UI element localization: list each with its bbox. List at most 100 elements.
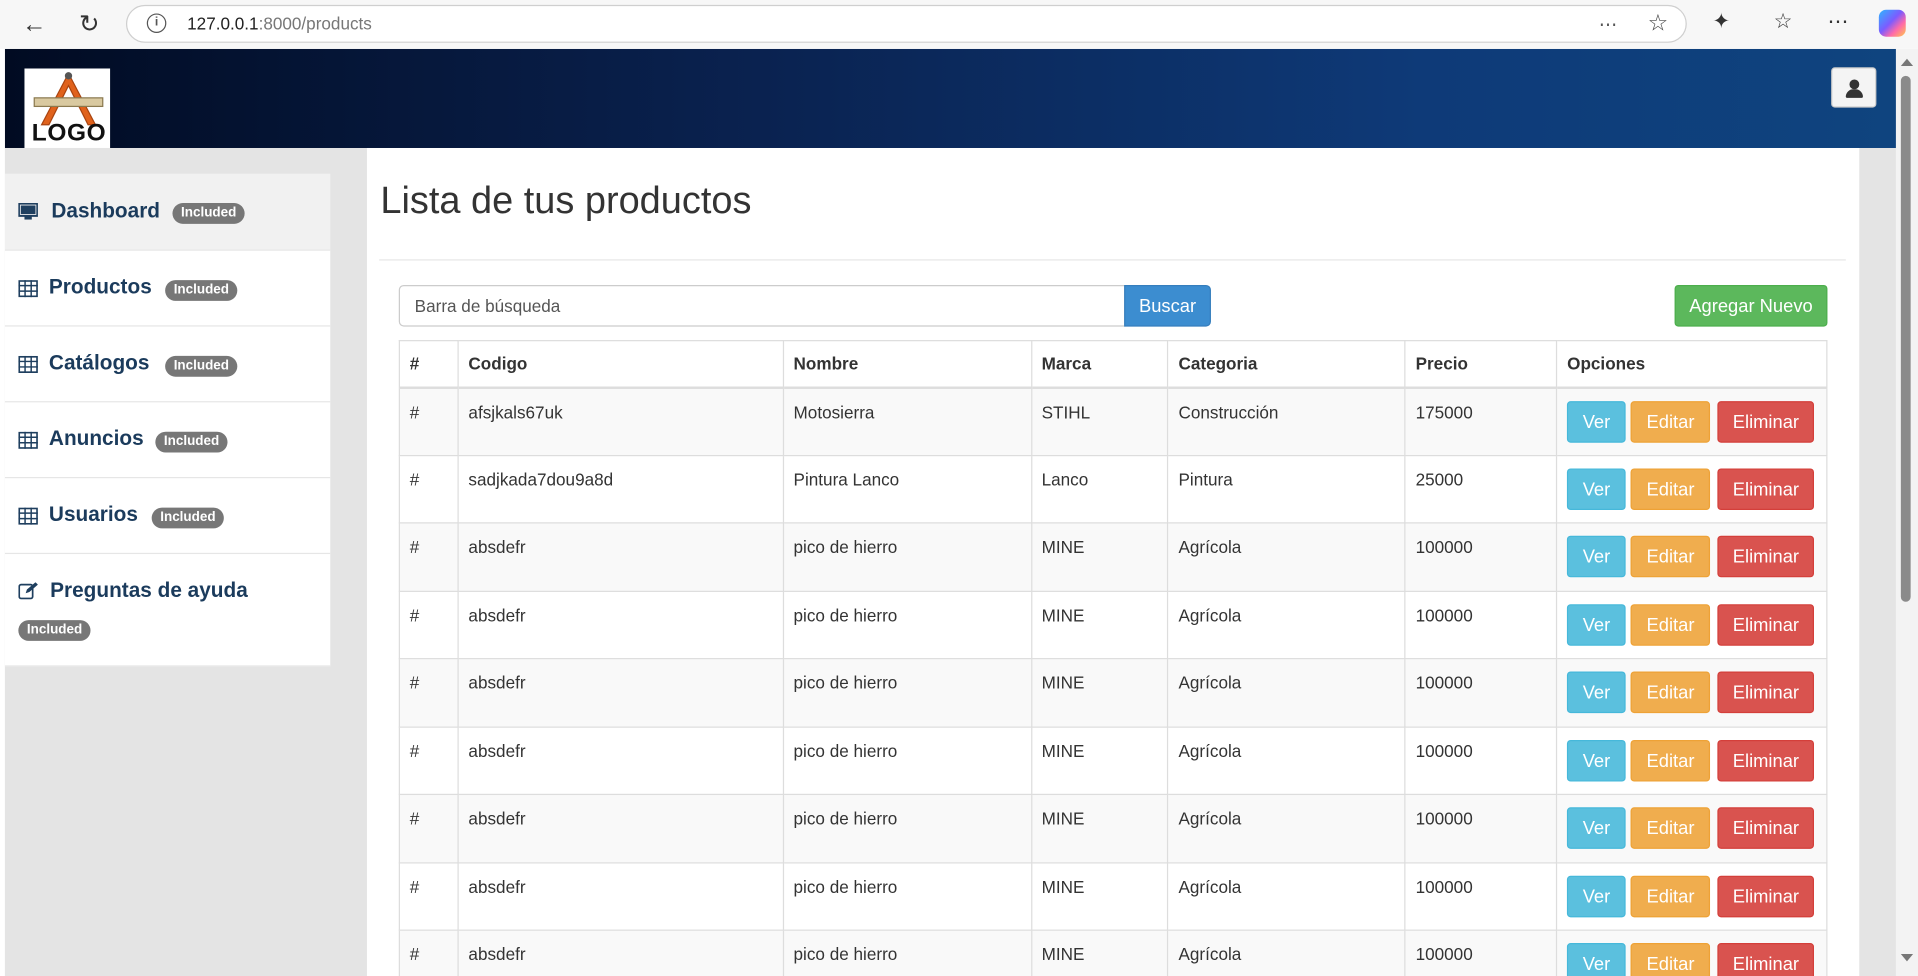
cell-precio: 175000 [1404,386,1558,456]
logo[interactable]: LOGO [24,68,111,148]
sidebar-item-anuncios[interactable]: Anuncios Included [4,402,331,479]
favorites-icon[interactable]: ☆ [1774,10,1793,34]
delete-button[interactable]: Eliminar [1717,603,1815,646]
cell-opciones: Ver Editar Eliminar [1556,386,1828,456]
view-button[interactable]: Ver [1567,603,1626,646]
cell-num: # [398,793,459,863]
cell-opciones: Ver Editar Eliminar [1556,861,1828,931]
view-button[interactable]: Ver [1567,943,1626,976]
cell-nombre: Motosierra [782,386,1032,456]
column-header: # [398,340,459,389]
sidebar-item-label: Anuncios [48,426,144,451]
cell-num: # [398,658,459,728]
cell-num: # [398,386,459,456]
view-button[interactable]: Ver [1567,671,1626,714]
cell-marca: MINE [1030,522,1169,592]
cell-num: # [398,725,459,796]
sidebar-item-usuarios[interactable]: Usuarios Included [4,478,331,555]
edit-button[interactable]: Editar [1630,875,1711,917]
delete-button[interactable]: Eliminar [1717,400,1815,443]
address-bar[interactable]: i 127.0.0.1:8000/products ⋯ ☆ [125,4,1687,43]
cell-codigo: absdefr [457,590,784,660]
reader-mode-icon[interactable]: ⋯ [1599,13,1617,36]
edit-button[interactable]: Editar [1630,807,1711,849]
scrollbar-thumb[interactable] [1900,75,1911,602]
sidebar-item-dashboard[interactable]: Dashboard Included [4,173,331,251]
sidebar-item-label: Usuarios [48,502,138,526]
divider [379,259,1846,261]
table-row: # sadjkada7dou9a8d Pintura Lanco Lanco Pintu… [398,454,1828,524]
view-button[interactable]: Ver [1567,875,1626,917]
cell-opciones: Ver Editar Eliminar [1556,522,1828,592]
status-badge: Included [172,203,245,224]
edit-button[interactable]: Editar [1630,739,1711,781]
cell-nombre: pico de hierro [782,861,1032,931]
more-menu-icon[interactable]: ⋯ [1827,10,1848,34]
view-button[interactable]: Ver [1567,739,1626,781]
column-header: Precio [1404,340,1558,389]
cell-marca: MINE [1030,658,1169,728]
app-window: LOGO Dashboard Included Productos Includ… [4,48,1896,976]
search-input[interactable]: Barra de búsqueda [398,284,1126,327]
cell-nombre: pico de hierro [782,929,1032,976]
cell-codigo: absdefr [457,725,784,796]
cell-num: # [398,929,459,976]
column-header: Marca [1030,340,1169,389]
sidebar-item-label: Dashboard [51,199,160,223]
search-button[interactable]: Buscar [1124,284,1211,327]
cell-nombre: pico de hierro [782,658,1032,728]
sidebar-item-preguntas-de-ayuda[interactable]: Preguntas de ayuda Included [4,554,331,667]
sidebar-item-catalogos[interactable]: Catálogos Included [4,326,331,403]
page-scrollbar[interactable] [1895,48,1918,976]
cell-precio: 100000 [1404,725,1558,796]
view-button[interactable]: Ver [1567,467,1626,510]
user-menu-button[interactable] [1831,67,1877,108]
cell-marca: STIHL [1030,386,1169,456]
cell-num: # [398,861,459,931]
delete-button[interactable]: Eliminar [1717,739,1815,781]
top-header: LOGO [4,48,1896,148]
delete-button[interactable]: Eliminar [1717,535,1815,578]
products-table: # Codigo Nombre Marca Categoria Precio O… [398,340,1828,976]
back-arrow-icon[interactable]: ← [20,10,49,39]
browser-toolbar: ← ↻ i 127.0.0.1:8000/products ⋯ ☆ ✦ ☆ ⋯ [0,0,1918,49]
cell-opciones: Ver Editar Eliminar [1556,590,1828,660]
copilot-icon[interactable] [1878,9,1906,37]
delete-button[interactable]: Eliminar [1717,467,1815,510]
table-row: # afsjkals67uk Motosierra STIHL Construcción… [398,386,1828,456]
extensions-icon[interactable]: ✦ [1712,10,1729,34]
delete-button[interactable]: Eliminar [1717,875,1815,917]
edit-button[interactable]: Editar [1630,943,1711,976]
cell-precio: 100000 [1404,861,1558,931]
add-new-button[interactable]: Agregar Nuevo [1674,284,1828,327]
status-badge: Included [165,355,238,377]
table-row: # absdefr pico de hierro MINE Agrícola 100000… [398,793,1828,863]
column-header: Categoria [1167,340,1406,389]
cell-marca: MINE [1030,793,1169,863]
scroll-up-icon[interactable] [1900,58,1914,67]
favorite-star-icon[interactable]: ☆ [1648,10,1669,38]
url-text: 127.0.0.1:8000/products [187,13,372,34]
table-row: # absdefr pico de hierro MINE Agrícola 100000… [398,861,1828,931]
edit-button[interactable]: Editar [1630,671,1711,714]
view-button[interactable]: Ver [1567,400,1626,443]
scroll-down-icon[interactable] [1900,954,1914,962]
edit-button[interactable]: Editar [1630,535,1711,578]
edit-button[interactable]: Editar [1630,603,1711,646]
cell-nombre: pico de hierro [782,793,1032,863]
delete-button[interactable]: Eliminar [1717,943,1815,976]
view-button[interactable]: Ver [1567,535,1626,578]
site-info-icon[interactable]: i [146,13,167,34]
cell-categoria: Agrícola [1167,793,1406,863]
cell-opciones: Ver Editar Eliminar [1556,725,1828,796]
view-button[interactable]: Ver [1567,807,1626,849]
main-content: Lista de tus productos Barra de búsqueda… [366,147,1860,976]
delete-button[interactable]: Eliminar [1717,671,1815,714]
reload-icon[interactable]: ↻ [75,10,104,39]
cell-codigo: sadjkada7dou9a8d [457,454,784,524]
edit-button[interactable]: Editar [1630,400,1711,443]
sidebar-item-productos[interactable]: Productos Included [4,250,331,327]
status-badge: Included [155,431,228,453]
delete-button[interactable]: Eliminar [1717,807,1815,849]
edit-button[interactable]: Editar [1630,467,1711,510]
